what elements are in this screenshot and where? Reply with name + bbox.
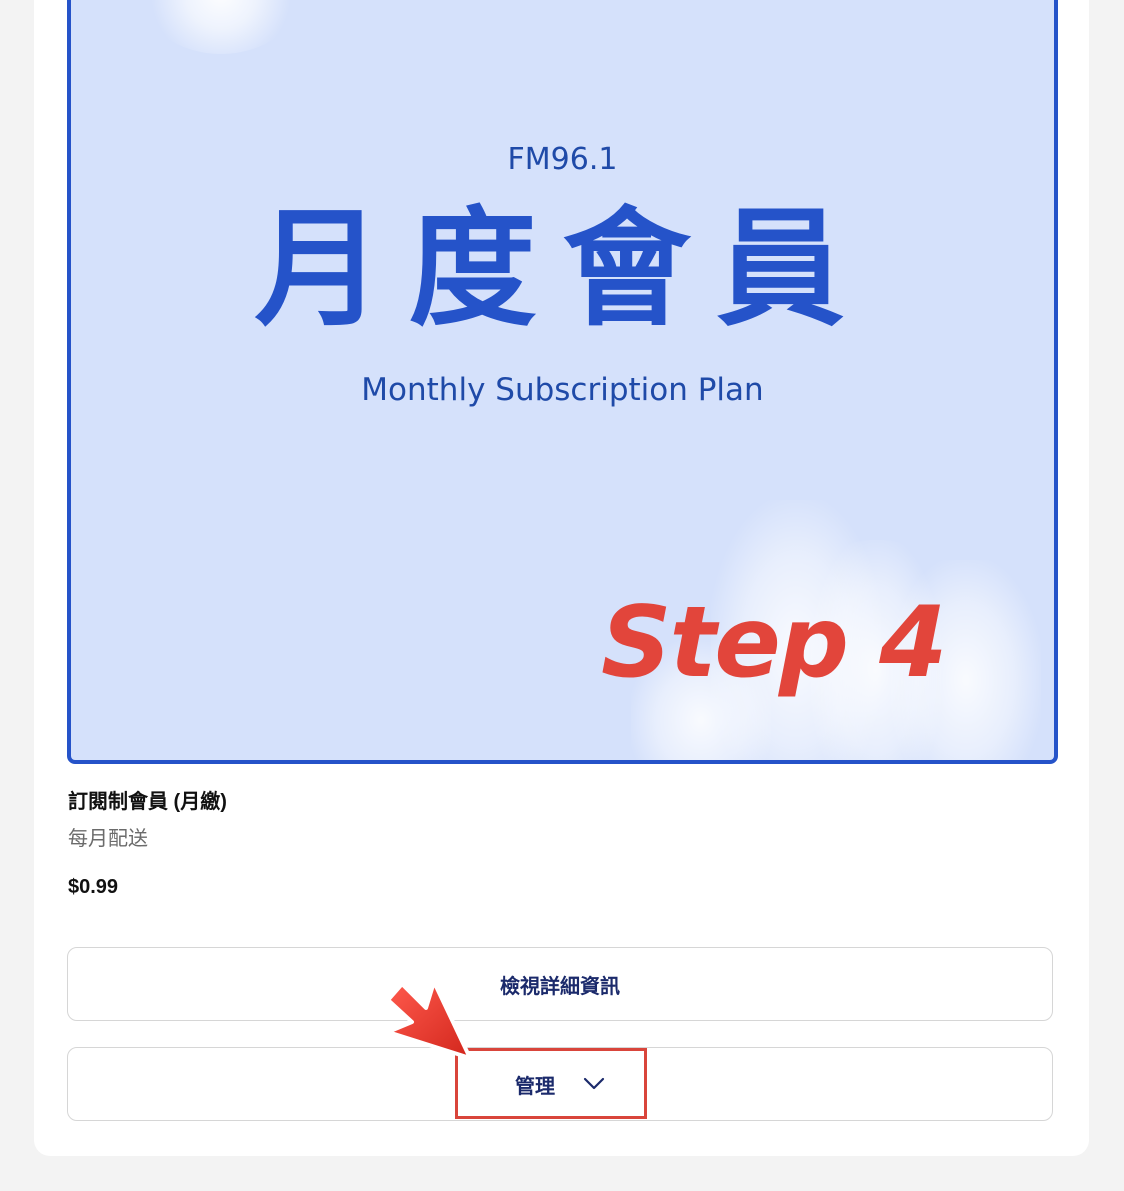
banner-title: 月度會員	[254, 195, 871, 344]
plan-price: $0.99	[68, 876, 119, 898]
view-details-label: 檢視詳細資訊	[500, 975, 620, 998]
step-label: Step 4	[601, 586, 947, 700]
banner-subtitle: Monthly Subscription Plan	[361, 372, 764, 408]
plan-frequency: 每月配送	[68, 828, 148, 850]
banner-glow-decoration	[141, 0, 301, 54]
plan-banner-image: FM96.1 月度會員 Monthly Subscription Plan St…	[67, 0, 1058, 764]
manage-label: 管理	[515, 1075, 555, 1098]
view-details-button[interactable]: 檢視詳細資訊	[67, 947, 1053, 1021]
manage-button-content: 管理	[515, 1070, 605, 1099]
chevron-down-icon	[583, 1077, 605, 1090]
station-label: FM96.1	[507, 142, 618, 177]
manage-button[interactable]: 管理	[67, 1047, 1053, 1121]
plan-name: 訂閱制會員 (月繳)	[68, 791, 227, 813]
